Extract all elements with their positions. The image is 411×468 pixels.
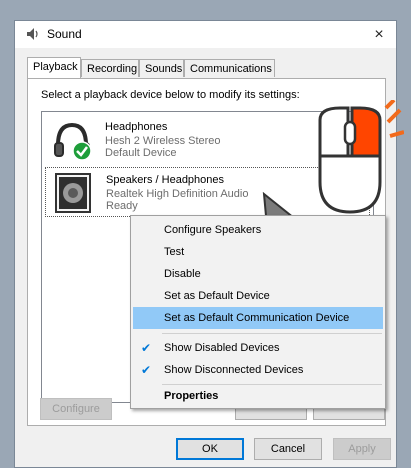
menu-item-label: Properties bbox=[164, 390, 219, 402]
menu-item-label: Show Disabled Devices bbox=[164, 342, 280, 354]
menu-item-label: Set as Default Device bbox=[164, 290, 270, 302]
cancel-button[interactable]: Cancel bbox=[254, 438, 322, 460]
menu-item-label: Disable bbox=[164, 268, 201, 280]
speaker-title-icon bbox=[27, 28, 38, 40]
menu-item-disable[interactable]: Disable bbox=[133, 263, 383, 285]
green-check-badge bbox=[72, 141, 92, 161]
check-icon: ✔ bbox=[141, 341, 152, 355]
device-name: Speakers / Headphones bbox=[106, 174, 225, 186]
instruction-text: Select a playback device below to modify… bbox=[41, 89, 300, 101]
menu-item-set-default-communication-device[interactable]: Set as Default Communication Device bbox=[133, 307, 383, 329]
context-menu: Configure Speakers Test Disable Set as D… bbox=[130, 215, 386, 409]
configure-button[interactable]: Configure bbox=[40, 398, 112, 420]
menu-item-test[interactable]: Test bbox=[133, 241, 383, 263]
menu-item-label: Test bbox=[164, 246, 185, 258]
tab-sounds[interactable]: Sounds bbox=[139, 59, 184, 77]
mouse-right-click-icon bbox=[318, 100, 404, 214]
menu-separator bbox=[162, 333, 382, 334]
tab-playback[interactable]: Playback bbox=[27, 57, 81, 78]
tab-communications[interactable]: Communications bbox=[184, 59, 275, 77]
device-description: Realtek High Definition Audio bbox=[106, 188, 249, 200]
device-status: Ready bbox=[106, 200, 138, 212]
device-description: Hesh 2 Wireless Stereo bbox=[105, 135, 221, 147]
close-button[interactable]: × bbox=[362, 21, 396, 48]
speaker-icon bbox=[55, 173, 91, 213]
menu-item-label: Configure Speakers bbox=[164, 224, 262, 236]
device-name: Headphones bbox=[105, 121, 168, 133]
menu-item-set-default-device[interactable]: Set as Default Device bbox=[133, 285, 383, 307]
apply-button[interactable]: Apply bbox=[333, 438, 391, 460]
ok-button[interactable]: OK bbox=[176, 438, 244, 460]
check-icon: ✔ bbox=[141, 363, 152, 377]
device-status: Default Device bbox=[105, 147, 177, 159]
menu-item-configure-speakers[interactable]: Configure Speakers bbox=[133, 219, 383, 241]
menu-item-label: Show Disconnected Devices bbox=[164, 364, 304, 376]
menu-item-show-disconnected-devices[interactable]: ✔ Show Disconnected Devices bbox=[133, 359, 383, 381]
menu-item-properties[interactable]: Properties bbox=[133, 385, 383, 407]
menu-item-label: Set as Default Communication Device bbox=[164, 312, 350, 324]
tab-recording[interactable]: Recording bbox=[81, 59, 139, 77]
title-bar: Sound × bbox=[15, 21, 396, 48]
menu-item-show-disabled-devices[interactable]: ✔ Show Disabled Devices bbox=[133, 337, 383, 359]
window-title: Sound bbox=[47, 27, 82, 41]
